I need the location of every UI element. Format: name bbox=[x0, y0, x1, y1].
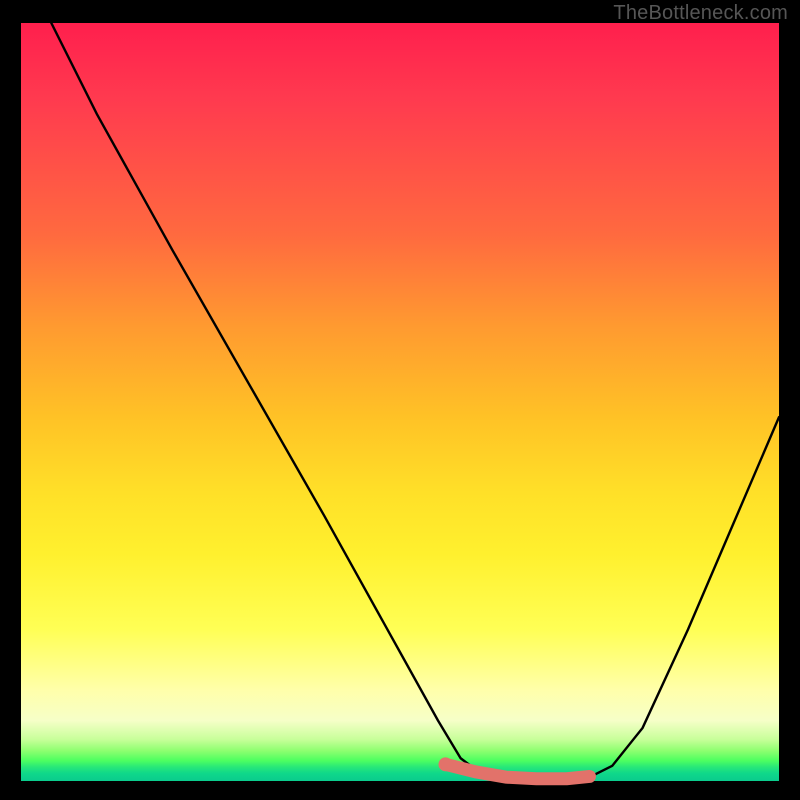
highlight-dot bbox=[438, 757, 452, 771]
watermark-text: TheBottleneck.com bbox=[613, 2, 788, 25]
chart-frame: TheBottleneck.com bbox=[0, 0, 800, 800]
chart-svg bbox=[21, 23, 779, 781]
bottleneck-curve bbox=[51, 23, 779, 779]
highlight-segment bbox=[445, 764, 589, 778]
